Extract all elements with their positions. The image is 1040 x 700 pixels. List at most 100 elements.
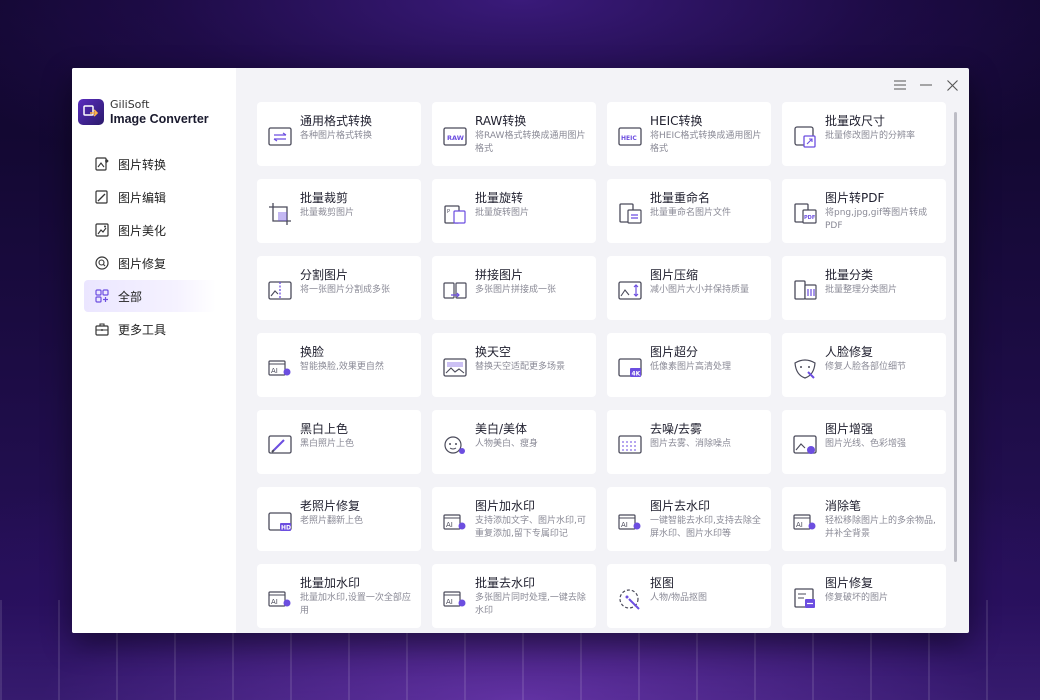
sky-replace-icon bbox=[443, 358, 467, 377]
tool-card-ai-watermark-remove[interactable]: AI 图片去水印 一键智能去水印,支持去除全屏水印、图片水印等 bbox=[607, 487, 771, 551]
svg-text:AI: AI bbox=[796, 521, 803, 529]
sidebar-item-label: 图片编辑 bbox=[118, 190, 167, 205]
tool-card-title: 黑白上色 bbox=[300, 422, 349, 436]
tool-card-title: 图片压缩 bbox=[650, 268, 699, 282]
tool-card-title: 换脸 bbox=[300, 345, 325, 359]
tool-card-title: 换天空 bbox=[475, 345, 512, 359]
tool-card-description: 轻松移除图片上的多余物品,并补全背景 bbox=[825, 516, 936, 539]
tool-card-title: 图片修复 bbox=[825, 576, 874, 590]
tool-card-text: HEIC转换 将HEIC格式转换成通用图片格式 bbox=[650, 113, 763, 166]
tool-card-sky-replace[interactable]: 换天空 替换天空适配更多场景 bbox=[432, 333, 596, 397]
tool-card-ai-faceswap[interactable]: AI 换脸 智能换脸,效果更自然 bbox=[257, 333, 421, 397]
tool-card-pdf[interactable]: PDF 图片转PDF 将png,jpg,gif等图片转成PDF bbox=[782, 179, 946, 243]
sidebar-item-image-convert[interactable]: 图片转换 bbox=[84, 148, 216, 180]
tool-card-text: 消除笔 轻松移除图片上的多余物品,并补全背景 bbox=[825, 498, 938, 551]
tool-card-cutout[interactable]: 抠图 人物/物品抠图 bbox=[607, 564, 771, 628]
tool-card-description: 多张图片同时处理,一键去除水印 bbox=[475, 593, 586, 616]
sidebar-item-label: 全部 bbox=[118, 289, 143, 304]
tool-card-format-convert[interactable]: 通用格式转换 各种图片格式转换 bbox=[257, 102, 421, 166]
app-logo: GiliSoft Image Converter bbox=[72, 98, 236, 126]
merge-icon bbox=[443, 282, 467, 299]
tool-card-rename[interactable]: 批量重命名 批量重命名图片文件 bbox=[607, 179, 771, 243]
tool-card-old-photo-hd[interactable]: HD 老照片修复 老照片翻新上色 bbox=[257, 487, 421, 551]
tool-card-title: 批量分类 bbox=[825, 268, 874, 282]
tool-card-title: 图片转PDF bbox=[825, 191, 885, 205]
sidebar-item-label: 图片转换 bbox=[118, 157, 167, 172]
tool-card-description: 将png,jpg,gif等图片转成PDF bbox=[825, 208, 928, 231]
tool-card-face-repair[interactable]: 人脸修复 修复人脸各部位细节 bbox=[782, 333, 946, 397]
raw-icon: RAW bbox=[443, 127, 467, 146]
tool-card-beautify-face[interactable]: 美白/美体 人物美白、瘦身 bbox=[432, 410, 596, 474]
tool-card-classify[interactable]: 批量分类 批量整理分类图片 bbox=[782, 256, 946, 320]
tool-card-title: 图片超分 bbox=[650, 345, 699, 359]
tool-card-ai-batch-watermark-add[interactable]: AI 批量加水印 批量加水印,设置一次全部应用 bbox=[257, 564, 421, 628]
tool-card-text: 图片修复 修复破坏的图片 bbox=[825, 575, 888, 628]
tool-card-description: 黑白照片上色 bbox=[300, 439, 355, 449]
tool-card-description: 图片去雾、消除噪点 bbox=[650, 439, 732, 449]
ai-watermark-remove-icon: AI bbox=[618, 514, 641, 530]
ai-eraser-icon: AI bbox=[793, 514, 816, 530]
tool-card-raw[interactable]: RAW RAW转换 将RAW格式转换成通用图片格式 bbox=[432, 102, 596, 166]
tool-card-ai-watermark-add[interactable]: AI 图片加水印 支持添加文字、图片水印,可重复添加,留下专属印记 bbox=[432, 487, 596, 551]
tool-card-denoise[interactable]: 去噪/去雾 图片去雾、消除噪点 bbox=[607, 410, 771, 474]
tool-card-split[interactable]: 分割图片将一张图片分割成多张 bbox=[257, 256, 421, 320]
tool-card-title: 拼接图片 bbox=[475, 268, 524, 282]
tool-card-description: 将一张图片分割成多张 bbox=[300, 285, 391, 295]
sidebar-item-image-beautify[interactable]: 图片美化 bbox=[84, 214, 216, 246]
tool-card-rotate[interactable]: P 批量旋转批量旋转图片 bbox=[432, 179, 596, 243]
tool-card-title: 分割图片 bbox=[300, 268, 349, 282]
tool-card-text: 图片压缩减小图片大小并保持质量 bbox=[650, 267, 749, 320]
sidebar-item-image-repair[interactable]: 图片修复 bbox=[84, 247, 216, 279]
sidebar-item-more-tools[interactable]: 更多工具 bbox=[84, 313, 216, 345]
tool-card-ai-eraser[interactable]: AI 消除笔 轻松移除图片上的多余物品,并补全背景 bbox=[782, 487, 946, 551]
tool-card-description: 老照片翻新上色 bbox=[300, 516, 364, 526]
svg-text:PDF: PDF bbox=[804, 215, 815, 221]
rotate-icon: P bbox=[444, 205, 466, 224]
tool-card-text: 图片去水印 一键智能去水印,支持去除全屏水印、图片水印等 bbox=[650, 498, 763, 551]
tool-card-description: 支持添加文字、图片水印,可重复添加,留下专属印记 bbox=[475, 516, 586, 539]
tool-card-description: 多张图片拼接成一张 bbox=[475, 285, 557, 295]
tool-card-title: 批量旋转 bbox=[475, 191, 524, 205]
tool-card-text: 分割图片将一张图片分割成多张 bbox=[300, 267, 390, 320]
tool-card-title: 人脸修复 bbox=[825, 345, 874, 359]
tool-card-description: 批量加水印,设置一次全部应用 bbox=[300, 593, 411, 616]
svg-text:HEIC: HEIC bbox=[621, 135, 637, 142]
tool-card-photo-repair[interactable]: 图片修复 修复破坏的图片 bbox=[782, 564, 946, 628]
tool-card-title: 抠图 bbox=[650, 576, 675, 590]
tool-card-colorize[interactable]: 黑白上色黑白照片上色 bbox=[257, 410, 421, 474]
tool-card-resize[interactable]: 批量改尺寸 批量修改图片的分辨率 bbox=[782, 102, 946, 166]
toolbox-icon bbox=[95, 323, 109, 336]
ai-faceswap-icon: AI bbox=[268, 360, 291, 376]
denoise-icon bbox=[618, 435, 642, 454]
tool-card-merge[interactable]: 拼接图片多张图片拼接成一张 bbox=[432, 256, 596, 320]
tool-card-text: 老照片修复 老照片翻新上色 bbox=[300, 498, 363, 551]
tool-card-description: 批量旋转图片 bbox=[475, 208, 530, 218]
tool-card-text: 批量改尺寸 批量修改图片的分辨率 bbox=[825, 113, 915, 166]
tool-card-description: 减小图片大小并保持质量 bbox=[650, 285, 750, 295]
svg-text:P: P bbox=[447, 209, 450, 215]
tool-card-description: 批量重命名图片文件 bbox=[650, 208, 732, 218]
sidebar-item-image-edit[interactable]: 图片编辑 bbox=[84, 181, 216, 213]
tool-card-enhance[interactable]: 图片增强 图片光线、色彩增强 bbox=[782, 410, 946, 474]
crop-icon bbox=[269, 203, 291, 225]
svg-text:AI: AI bbox=[446, 598, 453, 606]
scrollbar-thumb[interactable] bbox=[954, 112, 957, 562]
sidebar-item-all[interactable]: 全部 bbox=[84, 280, 216, 312]
tool-card-text: 图片增强 图片光线、色彩增强 bbox=[825, 421, 906, 474]
tool-card-crop[interactable]: 批量裁剪 批量裁剪图片 bbox=[257, 179, 421, 243]
image-edit-icon bbox=[95, 190, 108, 204]
svg-text:AI: AI bbox=[446, 521, 453, 529]
image-convert-icon bbox=[95, 157, 109, 171]
svg-text:AI: AI bbox=[271, 367, 278, 375]
tool-card-upscale-4k[interactable]: 4K 图片超分 低像素图片高清处理 bbox=[607, 333, 771, 397]
compress-icon bbox=[618, 281, 642, 300]
photo-repair-icon bbox=[794, 588, 815, 608]
tool-card-text: 拼接图片多张图片拼接成一张 bbox=[475, 267, 556, 320]
tool-card-text: 图片加水印 支持添加文字、图片水印,可重复添加,留下专属印记 bbox=[475, 498, 588, 551]
tool-card-compress[interactable]: 图片压缩减小图片大小并保持质量 bbox=[607, 256, 771, 320]
tool-grid: 通用格式转换 各种图片格式转换 RAW RAW转换 将RAW格式转换成通用图片格式 HEI… bbox=[257, 102, 951, 628]
tool-card-description: 批量修改图片的分辨率 bbox=[825, 131, 916, 141]
tool-card-ai-batch-watermark-remove[interactable]: AI 批量去水印 多张图片同时处理,一键去除水印 bbox=[432, 564, 596, 628]
app-window: GiliSoft Image Converter 图片转换 图片编辑 图片美化 … bbox=[72, 68, 969, 633]
tool-card-heic[interactable]: HEIC HEIC转换 将HEIC格式转换成通用图片格式 bbox=[607, 102, 771, 166]
